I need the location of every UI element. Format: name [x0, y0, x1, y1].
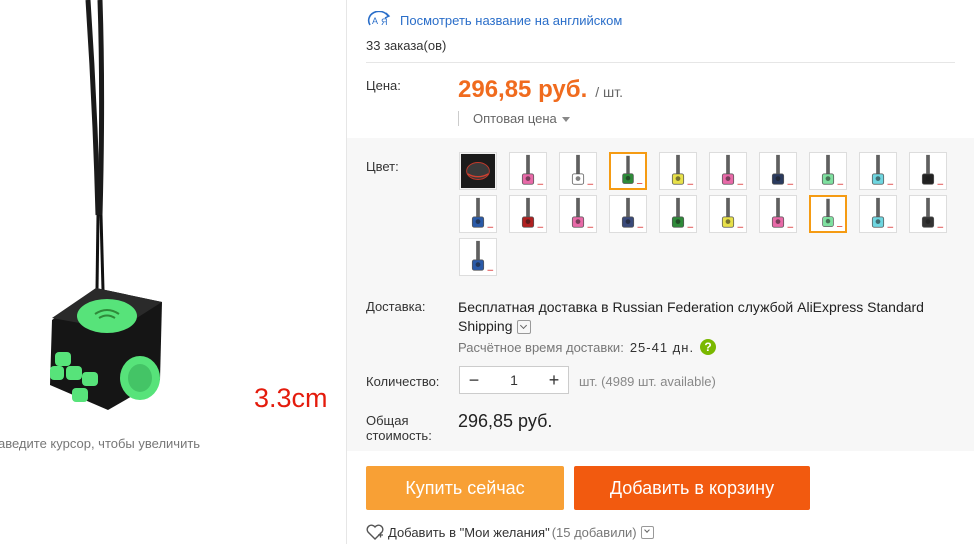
swatch-thumbnail: [671, 154, 694, 185]
translate-link[interactable]: Посмотреть название на английском: [400, 13, 622, 28]
swatch-thumbnail: [871, 154, 894, 185]
color-swatch[interactable]: [909, 195, 947, 233]
buy-now-button[interactable]: Купить сейчас: [366, 466, 564, 510]
color-swatch[interactable]: [509, 195, 547, 233]
product-gallery: 3.3cm аведите курсор, чтобы увеличить: [0, 0, 346, 544]
color-swatch[interactable]: [709, 195, 747, 233]
color-swatch[interactable]: [509, 152, 547, 190]
eta-value: 25-41 дн.: [629, 339, 695, 355]
translate-row: A Я Посмотреть название на английском: [366, 11, 622, 29]
wholesale-label: Оптовая цена: [473, 111, 557, 126]
total-label: Общая стоимость:: [366, 413, 446, 443]
available-stock: шт. (4989 шт. available): [579, 374, 716, 389]
swatch-thumbnail: [460, 153, 496, 189]
svg-text:A: A: [372, 16, 378, 26]
total-label-line1: Общая: [366, 413, 409, 428]
swatch-thumbnail: [921, 197, 944, 228]
color-swatch[interactable]: [459, 195, 497, 233]
orders-count: 33 заказа(ов): [366, 38, 447, 53]
size-label: 3.3cm: [254, 383, 328, 413]
swatch-thumbnail: [821, 154, 844, 185]
swatch-thumbnail: [471, 197, 494, 228]
color-swatch[interactable]: [759, 152, 797, 190]
product-detail: A Я Посмотреть название на английском 33…: [347, 0, 974, 544]
help-icon[interactable]: ?: [700, 339, 717, 355]
color-swatch[interactable]: [659, 152, 697, 190]
color-swatch[interactable]: [809, 152, 847, 190]
price-label: Цена:: [366, 78, 401, 93]
swatch-thumbnail: [471, 240, 494, 271]
delivery-eta: Расчётное время доставки: 25-41 дн. ?: [458, 339, 717, 355]
add-to-cart-button[interactable]: Добавить в корзину: [574, 466, 810, 510]
divider: [366, 62, 955, 63]
price-row: 296,85 руб. / шт.: [458, 76, 623, 104]
swatch-thumbnail: [521, 197, 544, 228]
swatch-thumbnail: [671, 197, 694, 228]
wholesale-price-toggle[interactable]: Оптовая цена: [458, 111, 570, 126]
color-swatch[interactable]: [859, 195, 897, 233]
swatch-thumbnail: [771, 197, 794, 228]
shipping-options-chevron-icon[interactable]: [516, 320, 531, 335]
color-swatch[interactable]: [459, 152, 497, 190]
swatch-thumbnail: [921, 154, 944, 185]
quantity-stepper: − +: [459, 366, 569, 394]
zoom-hint: аведите курсор, чтобы увеличить: [0, 436, 201, 451]
wishlist-count: (15 добавили): [551, 524, 637, 540]
swatch-thumbnail: [521, 154, 544, 185]
color-swatch[interactable]: [609, 152, 647, 190]
color-swatch[interactable]: [809, 195, 847, 233]
increase-button[interactable]: +: [540, 367, 568, 393]
swatch-thumbnail: [571, 197, 594, 228]
swatch-thumbnail: [622, 155, 643, 184]
price-unit: / шт.: [595, 84, 624, 100]
product-image[interactable]: [0, 0, 346, 430]
color-swatch[interactable]: [659, 195, 697, 233]
color-swatch[interactable]: [909, 152, 947, 190]
wishlist-text[interactable]: Добавить в "Мои желания": [388, 525, 550, 540]
caret-down-icon: [561, 117, 570, 123]
color-label: Цвет:: [366, 159, 399, 174]
swatch-thumbnail: [871, 197, 894, 228]
heart-icon: [366, 524, 384, 540]
wishlist-row[interactable]: Добавить в "Мои желания" (15 добавили): [366, 524, 654, 540]
translate-icon: A Я: [367, 11, 391, 27]
eta-label: Расчётное время доставки:: [458, 339, 624, 355]
shipping-label: Доставка:: [366, 299, 426, 314]
color-swatch[interactable]: [559, 195, 597, 233]
svg-text:Я: Я: [381, 17, 388, 27]
swatch-thumbnail: [721, 197, 744, 228]
swatch-thumbnail: [822, 198, 843, 227]
swatch-thumbnail: [621, 197, 644, 228]
color-swatch[interactable]: [609, 195, 647, 233]
color-swatch[interactable]: [459, 238, 497, 276]
shipping-info: Бесплатная доставка в Russian Federation…: [458, 298, 958, 336]
color-swatch[interactable]: [859, 152, 897, 190]
color-swatch[interactable]: [709, 152, 747, 190]
swatch-thumbnail: [571, 154, 594, 185]
total-label-line2: стоимость:: [366, 428, 432, 443]
swatch-thumbnail: [771, 154, 794, 185]
color-swatch[interactable]: [759, 195, 797, 233]
quantity-label: Количество:: [366, 374, 440, 389]
swatch-thumbnail: [721, 154, 744, 185]
color-swatch[interactable]: [559, 152, 597, 190]
total-price: 296,85 руб.: [458, 411, 553, 431]
chevron-down-icon[interactable]: [640, 525, 654, 539]
decrease-button[interactable]: −: [460, 367, 488, 393]
price-value: 296,85 руб.: [458, 76, 588, 103]
quantity-input[interactable]: [488, 371, 540, 389]
